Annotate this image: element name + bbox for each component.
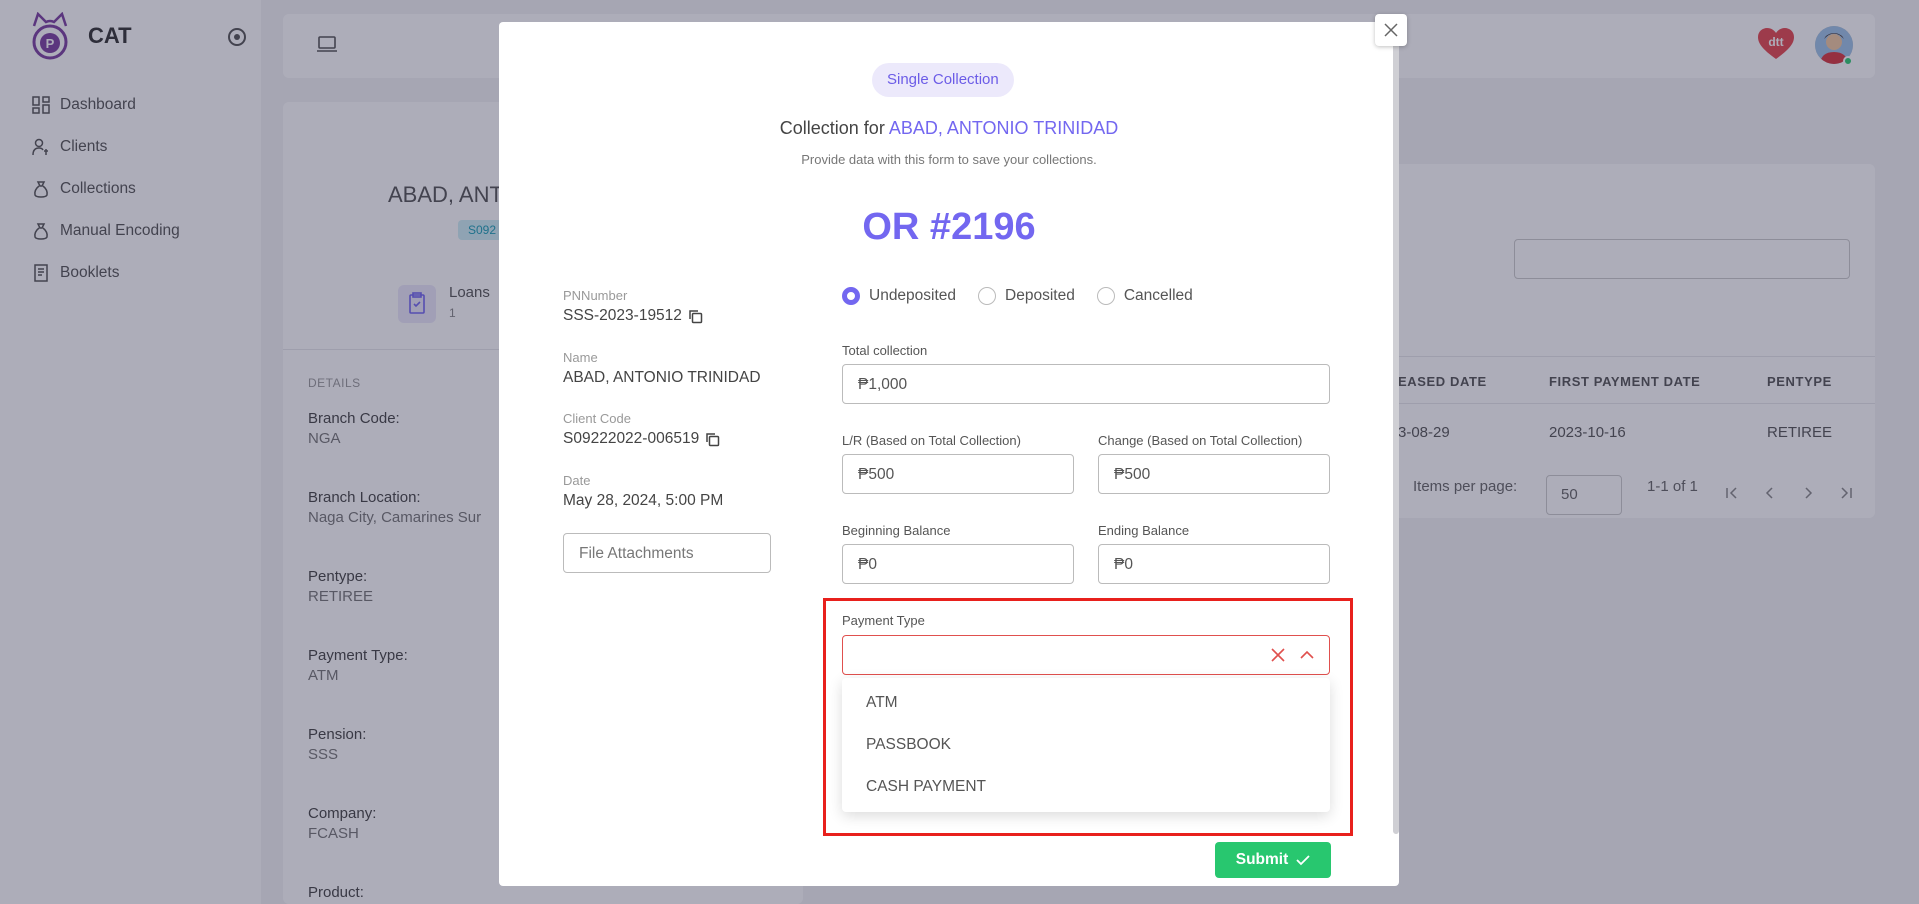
- client-code-value: S09222022-006519: [563, 430, 700, 447]
- check-icon: [1296, 855, 1310, 866]
- pn-number-info: PNNumber SSS-2023-19512: [563, 288, 703, 325]
- date-label: Date: [563, 473, 591, 488]
- submit-label: Submit: [1235, 851, 1289, 868]
- collection-client-name: ABAD, ANTONIO TRINIDAD: [888, 118, 1119, 138]
- file-attachments-button[interactable]: File Attachments: [563, 533, 771, 573]
- copy-icon[interactable]: [688, 309, 703, 324]
- radio-checked-icon: [842, 287, 860, 305]
- client-code-row: S09222022-006519: [563, 430, 720, 448]
- change-label: Change (Based on Total Collection): [1098, 433, 1303, 448]
- pn-number-value: SSS-2023-19512: [563, 307, 682, 324]
- single-collection-modal: Single Collection Collection for ABAD, A…: [499, 22, 1399, 886]
- radio-unchecked-icon: [1096, 287, 1115, 305]
- lr-label: L/R (Based on Total Collection): [842, 433, 1021, 448]
- ending-balance-input[interactable]: ₱0: [1098, 544, 1330, 584]
- name-label: Name: [563, 350, 598, 365]
- highlight-annotation-box: [823, 598, 1353, 836]
- radio-label: Undeposited: [869, 287, 957, 304]
- or-number: OR #2196: [862, 206, 1036, 248]
- lr-input[interactable]: ₱500: [842, 454, 1074, 494]
- close-icon: [1384, 23, 1398, 37]
- radio-label: Deposited: [1005, 287, 1075, 304]
- pn-number-row: SSS-2023-19512: [563, 307, 703, 325]
- change-input[interactable]: ₱500: [1098, 454, 1330, 494]
- radio-undeposited[interactable]: Undeposited: [842, 287, 956, 305]
- modal-close-button[interactable]: [1375, 14, 1407, 46]
- total-collection-label: Total collection: [842, 343, 928, 358]
- date-value: May 28, 2024, 5:00 PM: [563, 492, 724, 509]
- pn-number-label: PNNumber: [563, 288, 628, 303]
- beginning-balance-label: Beginning Balance: [842, 523, 951, 538]
- radio-cancelled[interactable]: Cancelled: [1096, 287, 1193, 305]
- date-info: Date May 28, 2024, 5:00 PM: [563, 473, 723, 510]
- client-code-info: Client Code S09222022-006519: [563, 411, 720, 448]
- submit-button[interactable]: Submit: [1215, 842, 1331, 878]
- total-collection-input[interactable]: ₱1,000: [842, 364, 1330, 404]
- collection-for-heading: Collection for ABAD, ANTONIO TRINIDAD: [499, 118, 1399, 139]
- form-hint: Provide data with this form to save your…: [801, 152, 1097, 167]
- name-info: Name ABAD, ANTONIO TRINIDAD: [563, 350, 761, 387]
- name-value: ABAD, ANTONIO TRINIDAD: [563, 369, 761, 386]
- copy-icon[interactable]: [705, 432, 720, 447]
- client-code-label: Client Code: [563, 411, 631, 426]
- collection-status-radios: Undeposited Deposited Cancelled: [842, 287, 1215, 305]
- radio-deposited[interactable]: Deposited: [978, 287, 1075, 305]
- modal-scrollbar[interactable]: [1393, 22, 1399, 834]
- single-collection-chip: Single Collection: [872, 63, 1014, 97]
- radio-unchecked-icon: [978, 287, 997, 305]
- radio-label: Cancelled: [1123, 287, 1193, 304]
- ending-balance-label: Ending Balance: [1098, 523, 1190, 538]
- beginning-balance-input[interactable]: ₱0: [842, 544, 1074, 584]
- collection-for-prefix: Collection for: [779, 118, 885, 138]
